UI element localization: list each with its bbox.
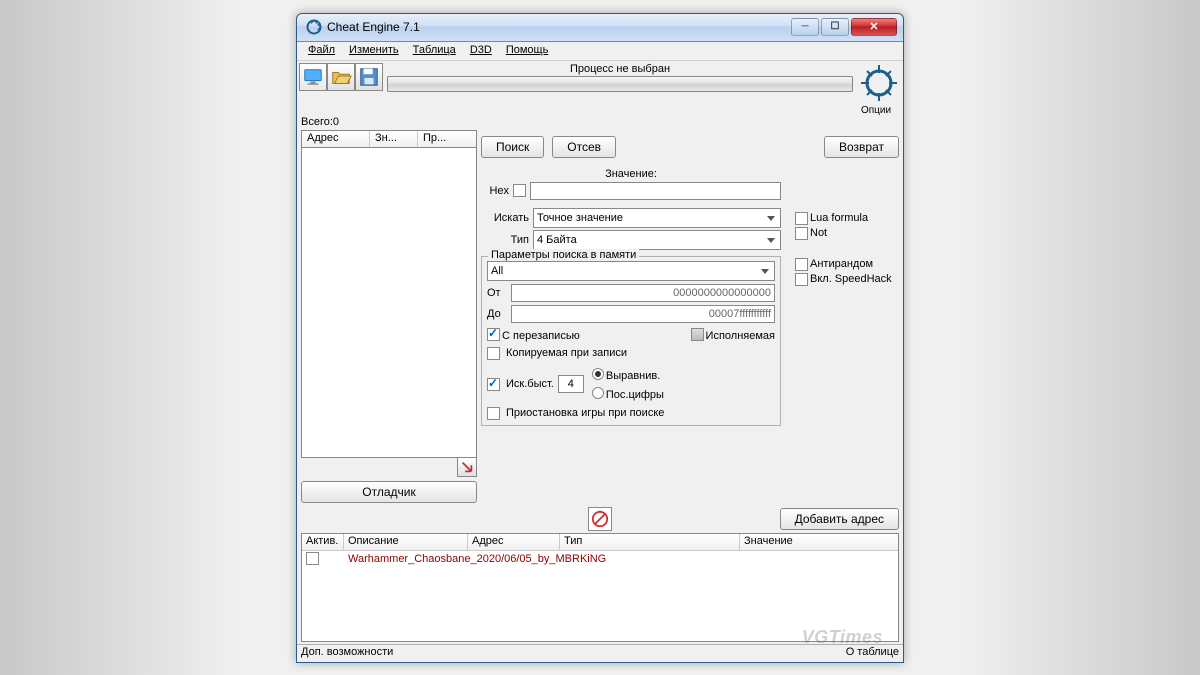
value-input[interactable] [530, 182, 781, 200]
pause-game-checkbox[interactable] [487, 407, 500, 420]
ce-logo-icon[interactable] [859, 63, 899, 105]
col-address[interactable]: Адрес [302, 131, 370, 147]
debugger-button[interactable]: Отладчик [301, 481, 477, 503]
cheat-table-header: Актив. Описание Адрес Тип Значение [302, 534, 898, 551]
results-panel: Адрес Зн... Пр... Отладчик [301, 130, 477, 503]
fastscan-checkbox[interactable] [487, 378, 500, 391]
progress-bar [387, 76, 853, 92]
to-label: До [487, 308, 507, 320]
cheat-table: Актив. Описание Адрес Тип Значение Warha… [301, 533, 899, 642]
menu-edit[interactable]: Изменить [342, 42, 406, 60]
antirandom-checkbox[interactable] [795, 258, 808, 271]
menu-d3d[interactable]: D3D [463, 42, 499, 60]
lua-checkbox[interactable] [795, 212, 808, 225]
value-type-combo[interactable]: 4 Байта [533, 230, 781, 250]
to-input[interactable] [511, 305, 775, 323]
hex-label: Hex [481, 185, 509, 197]
th-addr[interactable]: Адрес [468, 534, 560, 551]
app-window: Cheat Engine 7.1 ─ ☐ ✕ Файл Изменить Таб… [296, 13, 904, 663]
writable-checkbox[interactable] [487, 328, 500, 341]
row-description[interactable]: Warhammer_Chaosbane_2020/06/05_by_MBRKiN… [344, 553, 740, 565]
th-type[interactable]: Тип [560, 534, 740, 551]
first-scan-button[interactable]: Поиск [481, 136, 544, 158]
scan-panel: Поиск Отсев Возврат Значение: Hex Искать… [481, 136, 899, 503]
open-file-button[interactable] [327, 63, 355, 91]
center-row: Добавить адрес [297, 507, 903, 531]
add-to-list-button[interactable] [457, 457, 477, 477]
from-input[interactable] [511, 284, 775, 302]
window-title: Cheat Engine 7.1 [327, 20, 791, 34]
value-type-label: Тип [481, 234, 529, 246]
options-link[interactable]: Опции [861, 105, 891, 116]
executable-checkbox[interactable] [691, 328, 704, 341]
th-desc[interactable]: Описание [344, 534, 468, 551]
fastscan-input[interactable] [558, 375, 584, 393]
groupbox-title: Параметры поиска в памяти [488, 249, 639, 261]
total-row: Всего:0 [297, 116, 903, 128]
menu-table[interactable]: Таблица [406, 42, 463, 60]
table-row[interactable]: Warhammer_Chaosbane_2020/06/05_by_MBRKiN… [302, 551, 898, 567]
scan-type-combo[interactable]: Точное значение [533, 208, 781, 228]
add-address-button[interactable]: Добавить адрес [780, 508, 899, 530]
status-left[interactable]: Доп. возможности [301, 646, 393, 661]
toolbar: Процесс не выбран Опции [297, 61, 903, 116]
memory-scan-groupbox: Параметры поиска в памяти All От До С пе… [481, 256, 781, 426]
from-label: От [487, 287, 507, 299]
menu-file[interactable]: Файл [301, 42, 342, 60]
th-value[interactable]: Значение [740, 534, 898, 551]
row-active-checkbox[interactable] [306, 552, 319, 565]
scan-type-label: Искать [481, 212, 529, 224]
process-label: Процесс не выбран [570, 63, 670, 75]
th-active[interactable]: Актив. [302, 534, 344, 551]
menu-help[interactable]: Помощь [499, 42, 556, 60]
alignment-radio[interactable] [592, 368, 604, 380]
speedhack-checkbox[interactable] [795, 273, 808, 286]
menubar: Файл Изменить Таблица D3D Помощь [297, 42, 903, 61]
undo-scan-button[interactable]: Возврат [824, 136, 899, 158]
maximize-button[interactable]: ☐ [821, 18, 849, 36]
titlebar[interactable]: Cheat Engine 7.1 ─ ☐ ✕ [297, 14, 903, 42]
results-list[interactable] [301, 148, 477, 458]
not-checkbox[interactable] [795, 227, 808, 240]
watermark: VGTimes [802, 627, 883, 648]
main-area: Адрес Зн... Пр... Отладчик Поиск Отсев В… [297, 128, 903, 505]
lastdigits-radio[interactable] [592, 387, 604, 399]
value-heading: Значение: [481, 168, 781, 180]
col-prev[interactable]: Пр... [418, 131, 476, 147]
close-button[interactable]: ✕ [851, 18, 897, 36]
app-icon [306, 19, 322, 35]
side-options: Lua formula Not Антирандом Вкл. SpeedHac… [795, 168, 899, 426]
save-button[interactable] [355, 63, 383, 91]
window-controls: ─ ☐ ✕ [791, 18, 897, 36]
results-header: Адрес Зн... Пр... [301, 130, 477, 148]
region-combo[interactable]: All [487, 261, 775, 281]
open-process-button[interactable] [299, 63, 327, 91]
status-right[interactable]: О таблице [846, 646, 899, 661]
col-value[interactable]: Зн... [370, 131, 418, 147]
no-process-icon[interactable] [588, 507, 612, 531]
hex-checkbox[interactable] [513, 184, 526, 197]
copyonwrite-checkbox[interactable] [487, 347, 500, 360]
next-scan-button[interactable]: Отсев [552, 136, 616, 158]
minimize-button[interactable]: ─ [791, 18, 819, 36]
